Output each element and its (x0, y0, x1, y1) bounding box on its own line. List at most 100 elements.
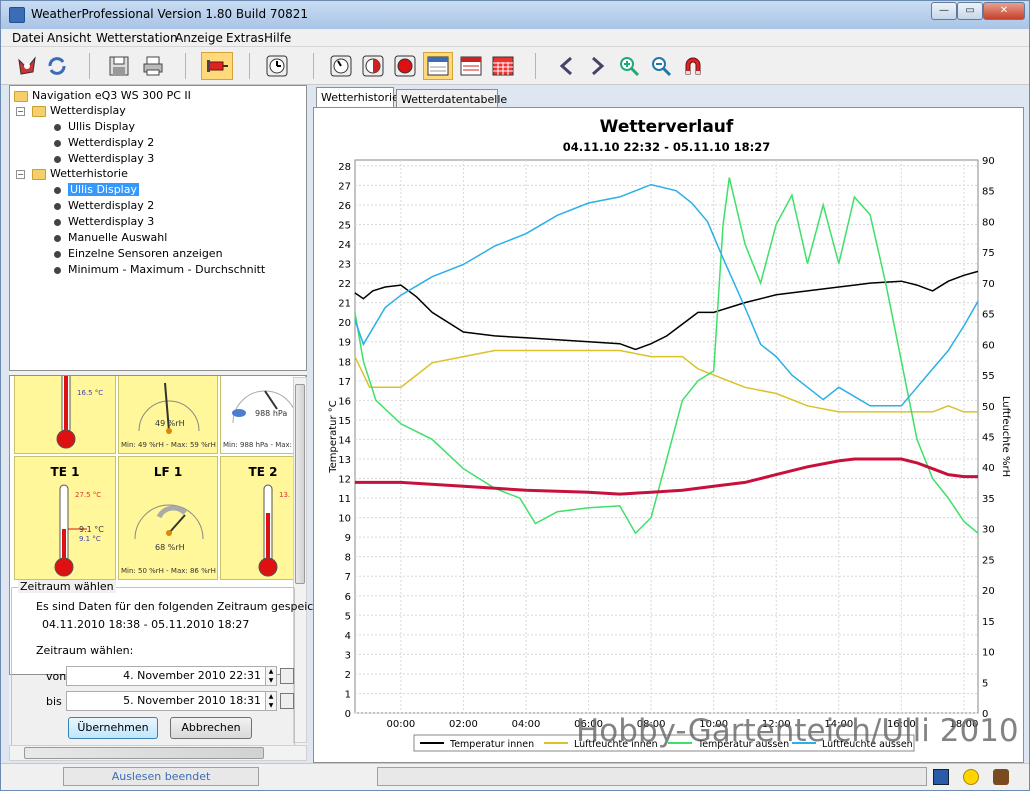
y-tick-label: 16 (338, 396, 351, 407)
menu-ansicht[interactable]: Ansicht (47, 31, 91, 45)
calendar-week-icon (460, 56, 482, 76)
y-tick-label: 23 (338, 260, 351, 271)
tree-item[interactable]: Manuelle Auswahl (68, 231, 167, 244)
y-tick-label: 15 (338, 416, 351, 427)
plot-area (354, 159, 979, 714)
scroll-thumb[interactable] (24, 747, 264, 759)
record-icon (394, 55, 416, 77)
menu-hilfe[interactable]: Hilfe (264, 31, 291, 45)
tree-item[interactable]: Ullis Display (68, 120, 135, 133)
tree-item-selected[interactable]: Ullis Display (68, 183, 139, 196)
tree-group-wetterdisplay[interactable]: Wetterdisplay (50, 104, 126, 117)
y-tick-label: 18 (338, 357, 351, 368)
cancel-button[interactable]: Abbrechen (170, 717, 252, 739)
choose-label: Zeitraum wählen: (36, 644, 134, 657)
status-text: Auslesen beendet (63, 767, 259, 786)
menu-extras[interactable]: Extras (226, 31, 264, 45)
tree-group-wetterhistorie[interactable]: Wetterhistorie (50, 167, 128, 180)
title-bar[interactable]: WeatherProfessional Version 1.80 Build 7… (1, 1, 1029, 29)
half-timer-button[interactable] (359, 52, 387, 80)
tree-item[interactable]: Einzelne Sensoren anzeigen (68, 247, 223, 260)
y2-tick-label: 35 (982, 494, 995, 505)
y-axis-label: Temperatur °C (328, 400, 339, 474)
legend-label: Temperatur innen (449, 739, 534, 750)
day-calendar-button[interactable] (423, 52, 453, 80)
from-spinner[interactable]: ▲ ▼ (265, 666, 277, 686)
timer-button[interactable] (327, 52, 355, 80)
minimize-button[interactable]: — (931, 2, 957, 20)
tree-item[interactable]: Wetterdisplay 3 (68, 152, 154, 165)
info-icon[interactable] (933, 769, 949, 785)
zoom-out-icon (652, 57, 672, 77)
print-button[interactable] (139, 52, 167, 80)
apply-button[interactable]: Übernehmen (68, 717, 158, 739)
tree-item[interactable]: Wetterdisplay 2 (68, 136, 154, 149)
y-tick-label: 4 (345, 631, 351, 642)
right-pane: Wetterhistorie Wetterdatentabelle Wetter… (313, 87, 1024, 763)
to-calendar-icon[interactable] (280, 693, 294, 709)
menu-anzeige[interactable]: Anzeige (175, 31, 223, 45)
tree-item[interactable]: Wetterdisplay 3 (68, 215, 154, 228)
user-icon[interactable] (993, 769, 1009, 785)
back-button[interactable] (553, 52, 581, 80)
read-station-button[interactable] (13, 52, 41, 80)
y2-tick-label: 5 (982, 678, 988, 689)
app-icon (9, 7, 25, 23)
tab-wetterdatentabelle[interactable]: Wetterdatentabelle (396, 89, 507, 107)
month-calendar-button[interactable] (489, 52, 517, 80)
forward-button[interactable] (583, 52, 611, 80)
lf1-title: LF 1 (153, 465, 183, 479)
scroll-thumb[interactable] (295, 384, 305, 584)
left-horizontal-scrollbar[interactable] (9, 745, 307, 761)
magnet-button[interactable] (679, 52, 707, 80)
status-field (377, 767, 927, 786)
y2-tick-label: 70 (982, 279, 995, 290)
tree-item[interactable]: Wetterdisplay 2 (68, 199, 154, 212)
zoom-out-button[interactable] (647, 52, 675, 80)
menu-wetterstation[interactable]: Wetterstation (96, 31, 178, 45)
to-date-field[interactable]: 5. November 2010 18:31 (66, 691, 266, 711)
clock-button[interactable] (263, 52, 291, 80)
y-tick-label: 20 (338, 318, 351, 329)
save-button[interactable] (105, 52, 133, 80)
maximize-button[interactable]: ▭ (957, 2, 983, 20)
toolbar-separator (249, 53, 250, 79)
hygro-value: 49 %rH (155, 419, 185, 428)
te1-gauge: TE 1 27.5 °C 9.1 °C 9.1 °C (14, 456, 116, 580)
bullet-icon (54, 235, 61, 242)
bullet-icon (54, 187, 61, 194)
zoom-in-button[interactable] (615, 52, 643, 80)
toolbar-separator (535, 53, 536, 79)
close-button[interactable]: ✕ (983, 2, 1025, 20)
x-tick-label: 04:00 (512, 719, 541, 730)
y-tick-label: 6 (345, 592, 351, 603)
refresh-button[interactable] (43, 52, 71, 80)
record-button[interactable] (391, 52, 419, 80)
y2-tick-label: 75 (982, 248, 995, 259)
gauges-scrollbar[interactable] (293, 377, 307, 743)
y2-tick-label: 90 (982, 156, 995, 167)
y-tick-label: 27 (338, 181, 351, 192)
y2-tick-label: 40 (982, 463, 995, 474)
y2-tick-label: 80 (982, 217, 995, 228)
period-group-title: Zeitraum wählen (18, 580, 116, 593)
bullet-icon (54, 156, 61, 163)
y-tick-label: 10 (338, 514, 351, 525)
from-date-field[interactable]: 4. November 2010 22:31 (66, 666, 266, 686)
week-calendar-button[interactable] (457, 52, 485, 80)
smiley-icon[interactable] (963, 769, 979, 785)
tree-item[interactable]: Minimum - Maximum - Durchschnitt (68, 263, 265, 276)
toolbar-separator (89, 53, 90, 79)
te1-min: 9.1 °C (79, 535, 101, 543)
tab-wetterhistorie[interactable]: Wetterhistorie (316, 87, 399, 109)
pin-button[interactable] (201, 52, 233, 80)
collapse-icon[interactable]: − (16, 107, 25, 116)
tree-root[interactable]: Navigation eQ3 WS 300 PC II (32, 89, 191, 102)
to-spinner[interactable]: ▲ ▼ (265, 691, 277, 711)
collapse-icon[interactable]: − (16, 170, 25, 179)
y-tick-label: 24 (338, 240, 351, 251)
from-calendar-icon[interactable] (280, 668, 294, 684)
menu-datei[interactable]: Datei (12, 31, 44, 45)
calendar-month-icon (492, 56, 514, 76)
y-tick-label: 26 (338, 201, 351, 212)
